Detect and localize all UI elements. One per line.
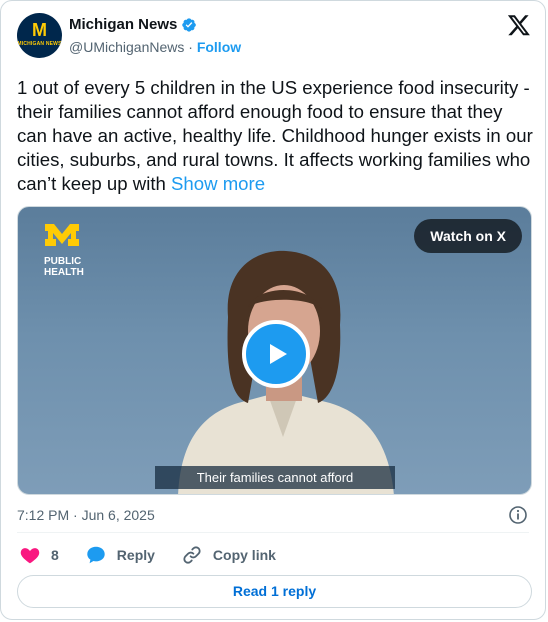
- video-player[interactable]: PUBLIC HEALTH Watch on X Their families …: [17, 206, 532, 495]
- heart-icon: [20, 548, 40, 564]
- tweet-text: 1 out of every 5 children in the US expe…: [17, 76, 537, 196]
- play-button[interactable]: [242, 320, 310, 388]
- video-caption: Their families cannot afford: [155, 466, 395, 489]
- read-reply-button[interactable]: Read 1 reply: [17, 575, 532, 608]
- reply-button[interactable]: Reply: [85, 544, 155, 566]
- account-name-row: Michigan News: [69, 16, 197, 33]
- brand-line-2: HEALTH: [44, 267, 84, 278]
- account-name[interactable]: Michigan News: [69, 16, 177, 33]
- tweet-embed-card: M MICHIGAN NEWS Michigan News @UMichigan…: [0, 0, 546, 620]
- reply-bubble-icon: [87, 546, 105, 564]
- brand-line-1: PUBLIC: [44, 256, 82, 267]
- action-bar: 8 Reply Copy link: [19, 544, 302, 566]
- verified-badge-icon: [182, 17, 197, 32]
- tweet-body: 1 out of every 5 children in the US expe…: [17, 77, 533, 194]
- reply-label: Reply: [116, 547, 155, 563]
- info-icon[interactable]: [508, 505, 528, 525]
- account-handle[interactable]: @UMichiganNews: [69, 39, 184, 55]
- follow-link[interactable]: Follow: [197, 39, 241, 55]
- tweet-timestamp[interactable]: 7:12 PM · Jun 6, 2025: [17, 507, 155, 523]
- copy-link-label: Copy link: [212, 547, 276, 563]
- avatar-text: MICHIGAN NEWS: [17, 41, 62, 47]
- like-count: 8: [51, 547, 59, 563]
- handle-row: @UMichiganNews · Follow: [69, 39, 241, 55]
- block-m-logo-icon: [45, 224, 79, 246]
- separator-dot: ·: [188, 39, 193, 55]
- show-more-link[interactable]: Show more: [171, 173, 265, 194]
- public-health-logo: PUBLIC HEALTH: [44, 223, 84, 278]
- like-button[interactable]: 8: [19, 544, 59, 566]
- copy-link-button[interactable]: Copy link: [181, 544, 276, 566]
- watch-on-x-button[interactable]: Watch on X: [414, 219, 522, 253]
- avatar[interactable]: M MICHIGAN NEWS: [17, 13, 62, 58]
- x-logo-icon[interactable]: [507, 13, 531, 37]
- play-icon: [270, 344, 287, 364]
- link-icon: [183, 546, 201, 564]
- avatar-letter: M: [32, 20, 47, 40]
- divider: [17, 532, 529, 533]
